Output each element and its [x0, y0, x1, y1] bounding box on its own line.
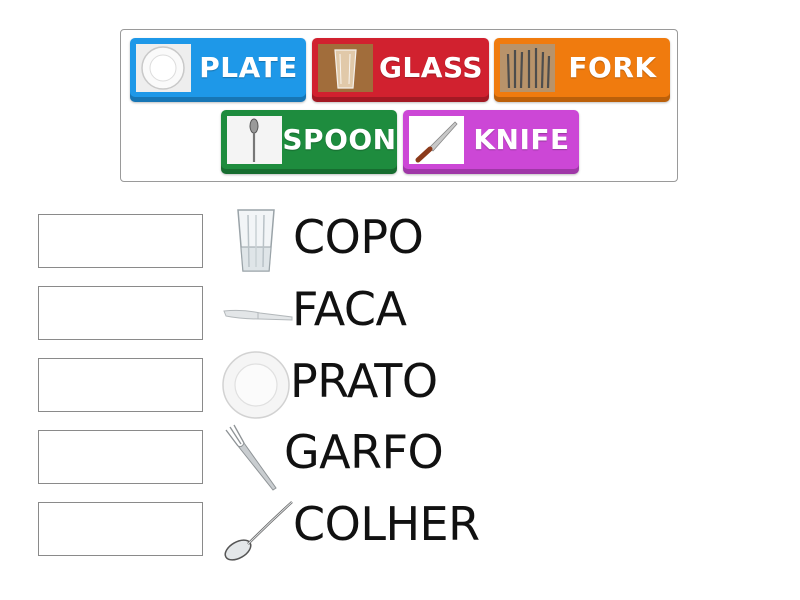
- spoon-icon: [222, 500, 294, 564]
- fork-icon: [500, 44, 555, 92]
- glass-icon: [232, 207, 280, 275]
- word-colher: COLHER: [293, 497, 480, 551]
- tile-glass[interactable]: GLASS: [312, 38, 489, 102]
- tile-label: PLATE: [199, 51, 298, 84]
- knife-icon: [409, 116, 464, 164]
- tile-fork[interactable]: FORK: [494, 38, 670, 102]
- tile-label: GLASS: [378, 51, 484, 84]
- word-copo: COPO: [293, 210, 424, 264]
- word-prato: PRATO: [290, 354, 438, 408]
- drop-slot-4[interactable]: [38, 430, 203, 484]
- answer-bank: PLATE GLASS FORK SPOON KNIFE: [120, 29, 678, 182]
- glass-icon: [318, 44, 373, 92]
- plate-icon: [136, 44, 191, 92]
- word-garfo: GARFO: [284, 425, 444, 479]
- drop-slot-3[interactable]: [38, 358, 203, 412]
- fork-icon: [222, 424, 282, 492]
- spoon-icon: [227, 116, 282, 164]
- drop-slot-2[interactable]: [38, 286, 203, 340]
- tile-plate[interactable]: PLATE: [130, 38, 306, 102]
- tile-label: SPOON: [282, 123, 397, 156]
- tile-label: FORK: [568, 51, 657, 84]
- drop-slot-5[interactable]: [38, 502, 203, 556]
- tile-knife[interactable]: KNIFE: [403, 110, 579, 174]
- plate-icon: [221, 350, 291, 420]
- drop-slot-1[interactable]: [38, 214, 203, 268]
- knife-icon: [222, 303, 294, 325]
- word-faca: FACA: [292, 282, 407, 336]
- tile-label: KNIFE: [473, 123, 570, 156]
- tile-spoon[interactable]: SPOON: [221, 110, 397, 174]
